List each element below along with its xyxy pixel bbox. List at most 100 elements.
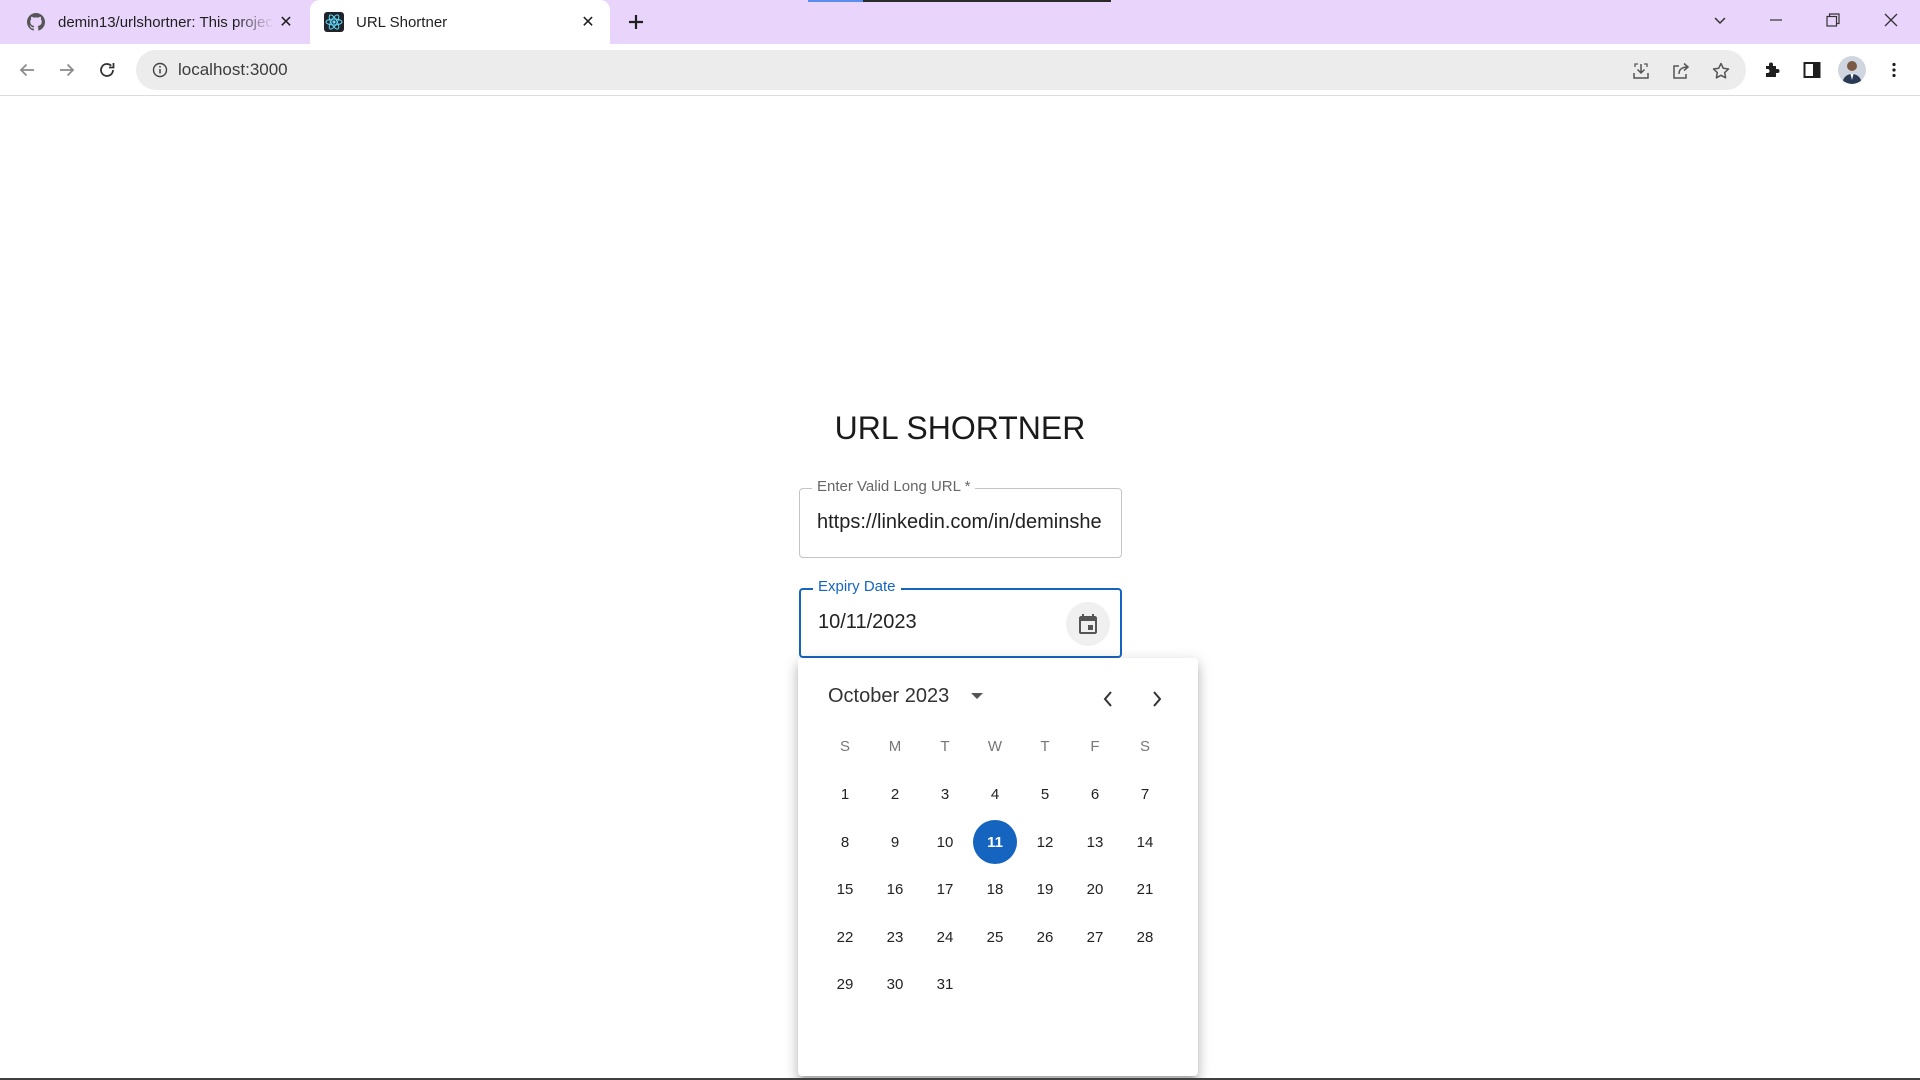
more-vert-icon [1892, 62, 1896, 78]
day-button[interactable]: 14 [1120, 820, 1170, 864]
reload-icon [100, 63, 115, 77]
install-icon[interactable] [1628, 58, 1654, 84]
day-button[interactable]: 4 [970, 773, 1020, 817]
day-button[interactable]: 22 [820, 915, 870, 959]
page-title: URL SHORTNER [834, 410, 1086, 446]
info-icon[interactable] [150, 60, 170, 80]
puzzle-icon [1766, 62, 1780, 77]
day-button[interactable]: 5 [1020, 773, 1070, 817]
long-url-input[interactable]: https://linkedin.com/in/deminshe [817, 511, 1107, 534]
weekday-label: M [888, 738, 902, 755]
day-button[interactable]: 7 [1120, 773, 1170, 817]
calendar-week-row: 1 2 3 4 5 6 7 [820, 771, 1170, 819]
day-button[interactable]: 2 [870, 773, 920, 817]
day-button[interactable]: 21 [1120, 868, 1170, 912]
loading-progress [808, 0, 863, 2]
tab-url-shortner[interactable]: URL Shortner ✕ [310, 0, 610, 44]
tab-github[interactable]: demin13/urlshortner: This project ✕ [12, 0, 308, 44]
day-button[interactable]: 29 [820, 963, 870, 1007]
day-button[interactable]: 31 [920, 963, 970, 1007]
day-button[interactable]: 27 [1070, 915, 1120, 959]
day-button[interactable]: 17 [920, 868, 970, 912]
day-button[interactable]: 9 [870, 820, 920, 864]
back-button[interactable] [11, 54, 43, 86]
minimize-button[interactable] [1756, 4, 1796, 36]
day-number: 23 [886, 928, 904, 946]
previous-month-button[interactable] [1092, 683, 1124, 715]
day-button[interactable]: 16 [870, 868, 920, 912]
tab-title: demin13/urlshortner: This project [58, 13, 274, 31]
weekday-label: S [839, 738, 850, 755]
close-tab-icon[interactable]: ✕ [576, 10, 600, 34]
weekday-label: T [1040, 738, 1050, 755]
day-button[interactable]: 12 [1020, 820, 1070, 864]
day-button[interactable]: 28 [1120, 915, 1170, 959]
day-button[interactable]: 25 [970, 915, 1020, 959]
long-url-label: Enter Valid Long URL * [812, 478, 976, 495]
profile-avatar[interactable] [1838, 56, 1866, 84]
day-button[interactable]: 3 [920, 773, 970, 817]
close-tab-icon[interactable]: ✕ [274, 10, 298, 34]
day-button[interactable]: 6 [1070, 773, 1120, 817]
next-month-button[interactable] [1141, 683, 1173, 715]
day-button[interactable]: 15 [820, 868, 870, 912]
tab-search-button[interactable] [1700, 4, 1740, 36]
reload-button[interactable] [91, 54, 123, 86]
share-icon[interactable] [1668, 58, 1694, 84]
day-button[interactable]: 26 [1020, 915, 1070, 959]
side-panel-button[interactable] [1796, 54, 1828, 86]
expiry-date-field[interactable]: Expiry Date 10/11/2023 [799, 578, 1122, 658]
selected-day-button[interactable]: 11 [970, 820, 1020, 865]
day-button[interactable]: 13 [1070, 820, 1120, 864]
extensions-button[interactable] [1756, 54, 1788, 86]
day-number: 1 [840, 786, 850, 804]
close-window-button[interactable] [1871, 4, 1911, 36]
day-number: 4 [990, 786, 1000, 804]
chevron-down-icon [1714, 17, 1726, 25]
calendar-icon [1079, 614, 1097, 634]
day-button[interactable]: 18 [970, 868, 1020, 912]
day-button[interactable]: 19 [1020, 868, 1070, 912]
day-button[interactable]: 10 [920, 820, 970, 864]
day-button[interactable]: 1 [820, 773, 870, 817]
close-icon [1884, 13, 1898, 27]
day-number: 8 [840, 833, 850, 851]
arrow-right-icon [60, 63, 75, 77]
calendar-week-row: 22 23 24 25 26 27 28 [820, 914, 1170, 962]
day-number: 29 [836, 976, 854, 994]
month-header[interactable]: October 2023 [828, 684, 989, 708]
day-button[interactable]: 8 [820, 820, 870, 864]
day-number: 12 [1036, 833, 1054, 851]
day-number: 3 [940, 786, 950, 804]
month-label[interactable]: October 2023 [828, 685, 949, 708]
arrow-left-icon [19, 63, 34, 77]
day-number: 13 [1086, 833, 1104, 851]
chevron-right-icon [1153, 691, 1162, 707]
day-number: 16 [886, 881, 904, 899]
menu-button[interactable] [1878, 54, 1910, 86]
restore-button[interactable] [1813, 4, 1853, 36]
day-number: 27 [1086, 928, 1104, 946]
long-url-field[interactable]: Enter Valid Long URL * https://linkedin.… [799, 478, 1122, 558]
address-bar[interactable]: localhost:3000 [136, 50, 1746, 90]
day-number: 21 [1136, 881, 1154, 899]
tab-title: URL Shortner [356, 13, 448, 31]
day-button[interactable]: 30 [870, 963, 920, 1007]
bookmark-star-icon[interactable] [1708, 58, 1734, 84]
github-icon [26, 12, 46, 32]
day-button[interactable]: 23 [870, 915, 920, 959]
weekday-label: T [940, 738, 950, 755]
day-button[interactable]: 20 [1070, 868, 1120, 912]
expiry-date-input[interactable]: 10/11/2023 [818, 611, 1108, 634]
forward-button[interactable] [51, 54, 83, 86]
expiry-date-label: Expiry Date [813, 578, 901, 595]
day-number: 17 [936, 881, 954, 899]
day-number: 2 [890, 786, 900, 804]
day-number: 10 [936, 833, 954, 851]
caret-down-icon[interactable] [965, 684, 989, 708]
day-button[interactable]: 24 [920, 915, 970, 959]
open-calendar-button[interactable] [1066, 602, 1110, 646]
date-picker-popup: October 2023 S M T W T F S 1 2 3 4 5 6 7 8 9 10 11… [798, 658, 1198, 1076]
weekday-label: W [987, 738, 1003, 755]
new-tab-button[interactable] [622, 8, 650, 36]
